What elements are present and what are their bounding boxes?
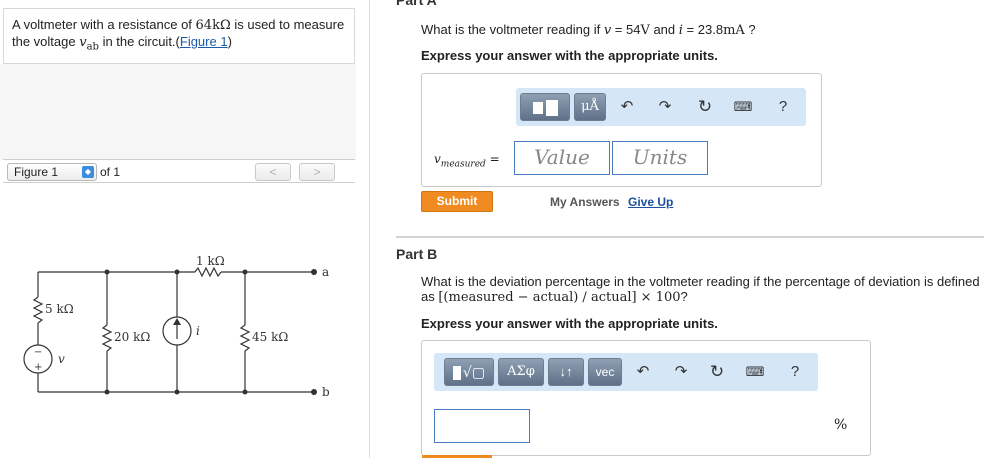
undo-icon[interactable]: ↶ (616, 96, 638, 118)
give-up-link[interactable]: Give Up (628, 195, 673, 209)
templates-button[interactable] (520, 93, 570, 121)
keyboard-icon[interactable]: ⌨ (732, 96, 754, 118)
equals-sign: = (489, 152, 500, 166)
keyboard-icon-b[interactable]: ⌨ (744, 361, 766, 383)
part-b-question-line2: as [(measured − actual) / actual] × 100? (421, 289, 991, 305)
select-caret-icon: ◆ (82, 166, 94, 178)
terminal-b-label: b (322, 385, 330, 399)
left-panel: A voltmeter with a resistance of 64kΩ is… (0, 0, 370, 458)
var-symbol: v (434, 152, 441, 166)
reset-icon[interactable]: ↻ (694, 96, 716, 118)
my-answers-link[interactable]: My Answers (550, 195, 620, 209)
greek-button[interactable]: ΑΣφ (498, 358, 544, 386)
percent-input[interactable] (434, 409, 530, 443)
next-figure-button[interactable]: > (299, 163, 335, 181)
undo-icon-b[interactable]: ↶ (632, 361, 654, 383)
part-a-answer-box: μÅ ↶ ↷ ↻ ⌨ ? vmeasured = Value Units (421, 73, 822, 187)
var-subscript: measured (440, 159, 486, 170)
right-panel: Part A What is the voltmeter reading if … (371, 0, 994, 458)
units-input[interactable]: Units (612, 141, 708, 175)
shunt-resistor-1-label: 20 kΩ (114, 330, 150, 344)
value-input[interactable]: Value (514, 141, 610, 175)
problem-statement: A voltmeter with a resistance of 64kΩ is… (3, 8, 355, 64)
i-unit: mA (723, 23, 745, 38)
arrows-button[interactable]: ↓↑ (548, 358, 584, 386)
section-divider (396, 236, 984, 238)
deviation-formula: [(measured − actual) / actual] × 100 (438, 290, 681, 305)
part-b-title: Part B (396, 246, 438, 262)
series-resistor-label: 1 kΩ (196, 254, 225, 268)
units-button[interactable]: μÅ (574, 93, 606, 121)
as-text: as (421, 289, 439, 304)
part-b-question-line1: What is the deviation percentage in the … (421, 274, 980, 289)
vec-button[interactable]: vec (588, 358, 622, 386)
shunt-resistor-2-label: 45 kΩ (252, 330, 288, 344)
sqrt-templates-button[interactable]: √▢ (444, 358, 494, 386)
answer-variable-label: vmeasured = (434, 152, 500, 169)
sqrt-icon: √▢ (462, 365, 486, 381)
problem-text-prefix: A voltmeter with a resistance of (12, 17, 196, 32)
templates-icon (532, 101, 543, 114)
part-a-toolbar: μÅ ↶ ↷ ↻ ⌨ ? (516, 88, 806, 126)
question-mark: ? (744, 22, 756, 37)
figure-placeholder-area (0, 64, 356, 160)
v-unit: V (640, 23, 650, 38)
figure-count: of 1 (100, 165, 121, 179)
source-minus-sign: − (34, 347, 42, 358)
source-voltage-label: v (58, 352, 65, 366)
figure-select-value: Figure 1 (14, 165, 59, 179)
circuit-diagram: 1 kΩ 5 kΩ 20 kΩ 45 kΩ v i a b − + (23, 254, 330, 399)
part-b-toolbar: √▢ ΑΣφ ↓↑ vec ↶ ↷ ↻ ⌨ ? (434, 353, 818, 391)
redo-icon-b[interactable]: ↷ (670, 361, 692, 383)
source-resistor-label: 5 kΩ (45, 302, 74, 316)
source-current-label: i (196, 324, 200, 338)
part-a-instruction: Express your answer with the appropriate… (421, 48, 718, 63)
figure-select[interactable]: Figure 1 ◆ (7, 163, 97, 181)
figure-navigation-bar: Figure 1 ◆ of 1 < > (3, 159, 355, 183)
submit-button[interactable]: Submit (421, 191, 493, 212)
voltage-symbol: v (79, 35, 87, 50)
help-button-b[interactable]: ? (784, 361, 806, 383)
voltage-subscript: ab (86, 41, 99, 53)
v-equals: = 54 (611, 22, 641, 37)
prev-figure-button[interactable]: < (255, 163, 291, 181)
reset-icon-b[interactable]: ↻ (706, 361, 728, 383)
problem-text-suffix: in the circuit.( (98, 34, 180, 49)
help-button[interactable]: ? (772, 96, 794, 118)
problem-close-paren: ) (227, 34, 232, 49)
resistance-value: 64kΩ (195, 18, 231, 33)
part-b-instruction: Express your answer with the appropriate… (421, 316, 718, 331)
part-b-answer-box: √▢ ΑΣφ ↓↑ vec ↶ ↷ ↻ ⌨ ? % (421, 340, 871, 456)
part-a-question: What is the voltmeter reading if v = 54V… (421, 22, 756, 38)
i-equals: = 23.8 (682, 22, 724, 37)
terminal-a-label: a (322, 265, 329, 279)
and-text: and (649, 22, 679, 37)
percent-unit: % (834, 417, 848, 433)
figure-link[interactable]: Figure 1 (180, 34, 228, 49)
redo-icon[interactable]: ↷ (654, 96, 676, 118)
source-plus-sign: + (34, 362, 42, 373)
part-b-question: What is the deviation percentage in the … (421, 274, 991, 305)
part-a-question-prefix: What is the voltmeter reading if (421, 22, 604, 37)
part-a-title: Part A (396, 0, 437, 8)
part-b-question-mark: ? (680, 289, 688, 304)
